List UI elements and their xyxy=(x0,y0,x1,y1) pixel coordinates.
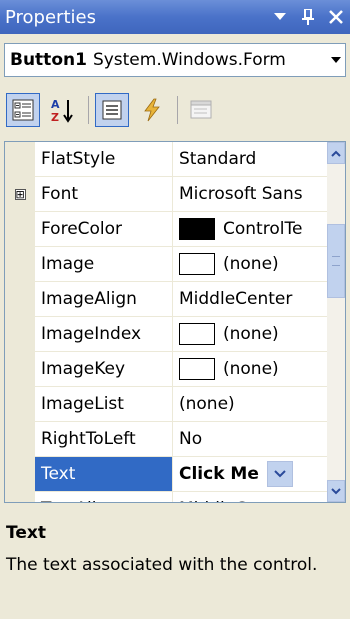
property-value: ControlTe xyxy=(223,219,303,239)
properties-icon[interactable] xyxy=(95,93,129,127)
description-text: The text associated with the control. xyxy=(6,555,318,575)
property-value[interactable]: Microsoft Sans xyxy=(173,177,327,211)
property-row-imagekey[interactable]: ImageKey (none) xyxy=(5,352,327,387)
property-row-forecolor[interactable]: ForeColor ControlTe xyxy=(5,212,327,247)
value-dropdown-icon[interactable] xyxy=(266,461,293,487)
chevron-down-icon[interactable] xyxy=(266,0,294,34)
color-swatch xyxy=(179,218,215,240)
property-row-flatstyle[interactable]: FlatStyle Standard xyxy=(5,142,327,177)
object-selector-dropdown-icon[interactable] xyxy=(327,44,345,76)
property-name: ImageAlign xyxy=(35,282,173,316)
window-title: Properties xyxy=(5,6,96,28)
toolbar-separator xyxy=(88,96,89,124)
property-row-textalign[interactable]: TextAlign MiddleCenter xyxy=(5,492,327,502)
property-row-righttoleft[interactable]: RightToLeft No xyxy=(5,422,327,457)
property-row-image[interactable]: Image (none) xyxy=(5,247,327,282)
description-title: Text xyxy=(6,523,46,543)
object-selector[interactable]: Button1 System.Windows.Form xyxy=(4,43,346,77)
property-name: RightToLeft xyxy=(35,422,173,456)
scroll-thumb[interactable] xyxy=(327,224,345,298)
property-name: TextAlign xyxy=(35,492,173,502)
property-value[interactable]: Click Me xyxy=(179,464,259,484)
property-name: Image xyxy=(35,247,173,281)
svg-text:Z: Z xyxy=(51,111,59,123)
expand-icon[interactable]: ⊞ xyxy=(14,188,26,200)
svg-text:A: A xyxy=(51,98,60,111)
property-row-font[interactable]: ⊞ Font Microsoft Sans xyxy=(5,177,327,212)
pin-icon[interactable] xyxy=(294,0,322,34)
alphabetical-icon[interactable]: A Z xyxy=(46,93,80,127)
property-name: FlatStyle xyxy=(35,142,173,176)
property-name: Font xyxy=(35,177,173,211)
property-value: (none) xyxy=(223,324,279,344)
property-name: ImageList xyxy=(35,387,173,421)
property-value: (none) xyxy=(223,359,279,379)
property-grid: FlatStyle Standard ⊞ Font Microsoft Sans… xyxy=(4,141,346,503)
property-pages-icon[interactable] xyxy=(184,93,218,127)
properties-toolbar: A Z xyxy=(6,90,224,130)
object-type: System.Windows.Form xyxy=(92,50,286,70)
events-icon[interactable] xyxy=(135,93,169,127)
title-bar: Properties xyxy=(0,0,350,34)
image-preview xyxy=(179,323,215,345)
property-value[interactable]: (none) xyxy=(173,387,327,421)
property-row-imagealign[interactable]: ImageAlign MiddleCenter xyxy=(5,282,327,317)
image-preview xyxy=(179,253,215,275)
vertical-scrollbar[interactable] xyxy=(327,142,345,502)
property-name: ImageIndex xyxy=(35,317,173,351)
property-value[interactable]: MiddleCenter xyxy=(173,492,327,502)
property-name: ForeColor xyxy=(35,212,173,246)
property-value: (none) xyxy=(223,254,279,274)
property-name: ImageKey xyxy=(35,352,173,386)
scroll-down-icon[interactable] xyxy=(327,480,345,502)
property-row-imageindex[interactable]: ImageIndex (none) xyxy=(5,317,327,352)
property-value[interactable]: Standard xyxy=(173,142,327,176)
property-row-imagelist[interactable]: ImageList (none) xyxy=(5,387,327,422)
toolbar-separator xyxy=(177,96,178,124)
property-value[interactable]: No xyxy=(173,422,327,456)
scroll-up-icon[interactable] xyxy=(327,142,345,164)
close-icon[interactable] xyxy=(322,0,350,34)
property-value[interactable]: MiddleCenter xyxy=(173,282,327,316)
categorized-icon[interactable] xyxy=(6,93,40,127)
image-preview xyxy=(179,358,215,380)
property-row-text[interactable]: Text Click Me xyxy=(5,457,327,492)
property-name: Text xyxy=(35,457,173,491)
object-name: Button1 xyxy=(10,50,87,70)
